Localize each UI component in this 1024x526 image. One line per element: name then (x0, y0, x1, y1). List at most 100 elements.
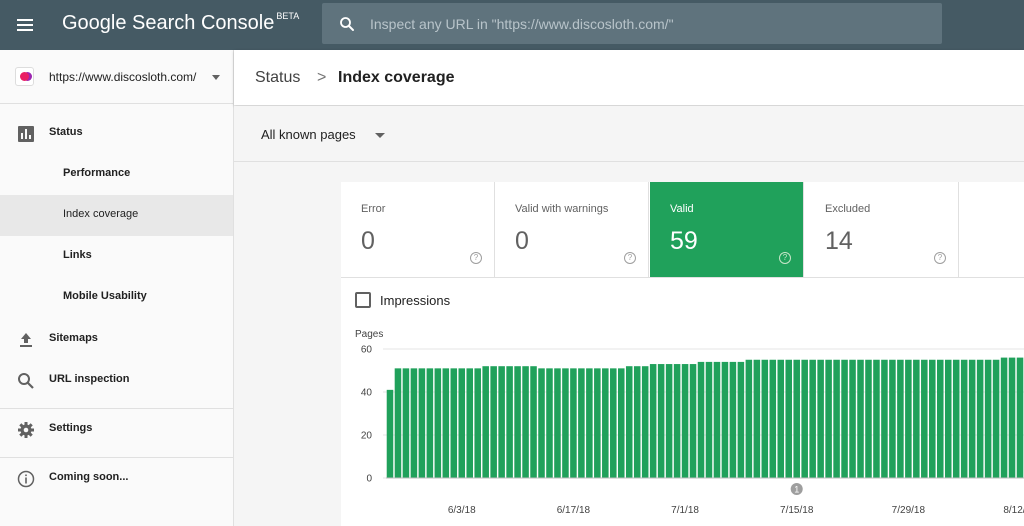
chart-bar (992, 359, 1000, 478)
card-valid[interactable]: Valid 59 ? (650, 182, 804, 277)
chart-bar (538, 368, 545, 478)
card-value: 14 (825, 227, 853, 255)
x-tick-label: 8/12/18 (1003, 505, 1024, 516)
help-icon[interactable]: ? (779, 252, 791, 264)
impressions-checkbox[interactable] (355, 292, 371, 308)
y-tick-label: 0 (366, 474, 372, 485)
chart-bar (426, 368, 434, 478)
page-title: Index coverage (338, 69, 455, 86)
help-icon[interactable]: ? (624, 252, 636, 264)
chart-bar (554, 368, 561, 478)
chart-bar (442, 368, 450, 478)
sidebar-item-mobile-usability[interactable]: Mobile Usability (0, 277, 233, 318)
sidebar-item-index-coverage[interactable]: Index coverage (0, 195, 233, 236)
card-label: Excluded (825, 203, 871, 215)
x-tick-label: 6/3/18 (448, 505, 476, 516)
sidebar-item-settings[interactable]: Settings (0, 409, 233, 450)
chart-bar (657, 364, 665, 478)
chart-bar (697, 361, 705, 478)
chart-bar (514, 366, 521, 478)
chart-bar (825, 359, 832, 478)
sidebar-nav: https://www.discosloth.com/ Status Perfo… (0, 50, 234, 526)
sidebar-item-label: Mobile Usability (63, 290, 147, 302)
chart-bar (833, 359, 840, 478)
sidebar-item-label: Coming soon... (49, 471, 129, 483)
y-tick-label: 40 (361, 388, 373, 399)
hamburger-menu-icon[interactable] (13, 13, 37, 37)
chart-bar (578, 368, 585, 478)
card-value: 0 (515, 227, 529, 255)
chart-bar (857, 359, 864, 478)
filter-bar: All known pages (234, 106, 1024, 162)
product-logo[interactable]: Google Search Console BETA (62, 11, 299, 35)
card-valid-with-warnings[interactable]: Valid with warnings 0 ? (495, 182, 649, 277)
property-url: https://www.discosloth.com/ (49, 70, 197, 84)
chart-bar (474, 368, 481, 478)
chart-bar (522, 366, 529, 478)
chart-bar (793, 359, 800, 478)
chart-bar (546, 368, 553, 478)
chart-bar (849, 359, 856, 478)
logo-text: Google Search Console (62, 12, 275, 34)
sidebar-item-performance[interactable]: Performance (0, 154, 233, 195)
chart-bar (801, 359, 808, 478)
chevron-down-icon (212, 75, 220, 80)
chart-bar (873, 359, 880, 478)
chart-bar (466, 368, 474, 478)
chart-bar (570, 368, 577, 478)
chart-bar (490, 366, 497, 478)
upload-icon (20, 333, 32, 347)
x-tick-label: 6/17/18 (557, 505, 591, 516)
top-app-bar: Google Search Console BETA (0, 0, 1024, 50)
sidebar-item-label: Sitemaps (49, 332, 98, 344)
card-excluded[interactable]: Excluded 14 ? (805, 182, 959, 277)
status-cards: Error 0 ? Valid with warnings 0 ? Valid … (341, 182, 1024, 277)
gear-icon (18, 422, 34, 438)
sidebar-item-links[interactable]: Links (0, 236, 233, 277)
bar-chart-icon (18, 126, 34, 142)
pages-filter-dropdown[interactable]: All known pages (261, 126, 385, 144)
help-icon[interactable]: ? (934, 252, 946, 264)
search-icon (18, 373, 34, 389)
chart-bar (434, 368, 442, 478)
chart-bar (929, 359, 936, 478)
chart-bar (865, 359, 872, 478)
x-tick-label: 7/15/18 (780, 505, 814, 516)
url-inspection-search (322, 3, 942, 44)
card-label: Valid (670, 203, 694, 215)
chart-bar (681, 364, 689, 478)
chart-bar (944, 359, 952, 478)
chart-bar (602, 368, 609, 478)
chart-bar (737, 361, 745, 478)
chart-bar (976, 359, 984, 478)
sidebar-item-label: Index coverage (63, 208, 139, 220)
chart-bar (617, 368, 625, 478)
sidebar-item-label: Links (63, 249, 92, 261)
breadcrumb-status[interactable]: Status (255, 69, 300, 87)
card-error[interactable]: Error 0 ? (341, 182, 495, 277)
annotation-label: 1 (794, 485, 799, 495)
chart-bar (713, 361, 721, 478)
chart-bar (689, 364, 697, 478)
chart-bar (673, 364, 681, 478)
search-icon[interactable] (338, 15, 356, 33)
chart-bar (633, 366, 641, 478)
search-input[interactable] (370, 3, 930, 44)
sidebar-item-sitemaps[interactable]: Sitemaps (0, 319, 233, 360)
chart-bar (402, 368, 410, 478)
chart-bar (913, 359, 920, 478)
card-value: 0 (361, 227, 375, 255)
sidebar-item-coming-soon[interactable]: Coming soon... (0, 458, 233, 499)
index-coverage-chart: Pages 0 20 40 60 6/3/18 6/17/18 7/1/18 7/15/18 7/… (355, 329, 1024, 516)
chart-bar (769, 359, 777, 478)
chart-bar (785, 359, 793, 478)
chart-bar (506, 366, 513, 478)
help-icon[interactable]: ? (470, 252, 482, 264)
sidebar-item-url-inspection[interactable]: URL inspection (0, 360, 233, 401)
chart-bar (817, 359, 824, 478)
property-selector[interactable]: https://www.discosloth.com/ (0, 50, 233, 104)
y-tick-label: 60 (361, 345, 373, 356)
x-tick-label: 7/1/18 (671, 505, 699, 516)
sidebar-item-label: URL inspection (49, 373, 130, 385)
sidebar-item-status[interactable]: Status (0, 113, 233, 154)
